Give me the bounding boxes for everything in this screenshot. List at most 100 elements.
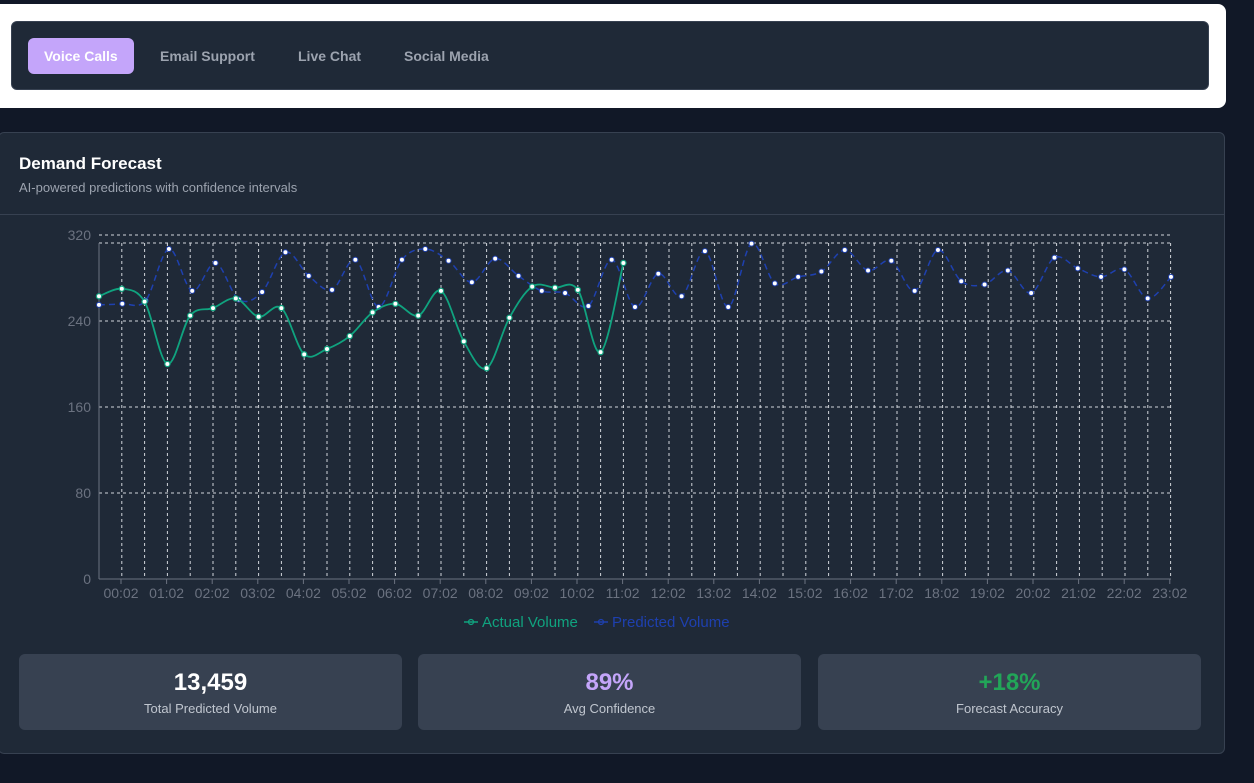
point-predicted[interactable] xyxy=(212,259,219,266)
point-predicted[interactable] xyxy=(96,301,102,308)
point-predicted[interactable] xyxy=(725,304,732,311)
stat-card-avg-confidence: 89% Avg Confidence xyxy=(418,654,801,730)
point-predicted[interactable] xyxy=(1051,254,1058,261)
point-predicted[interactable] xyxy=(562,290,569,297)
point-predicted[interactable] xyxy=(888,257,895,264)
point-predicted[interactable] xyxy=(771,280,778,287)
point-actual[interactable] xyxy=(415,312,422,319)
point-predicted[interactable] xyxy=(748,240,755,247)
point-predicted[interactable] xyxy=(189,287,196,294)
legend-item-predicted[interactable]: Predicted Volume xyxy=(594,614,730,631)
x-tick-label: 06:02 xyxy=(377,585,412,601)
x-tick-label: 13:02 xyxy=(696,585,731,601)
series-line-actual xyxy=(98,262,625,370)
point-actual[interactable] xyxy=(392,300,399,307)
point-actual[interactable] xyxy=(232,295,239,302)
stat-value-total-volume: 13,459 xyxy=(173,669,248,696)
point-predicted[interactable] xyxy=(934,247,941,254)
demand-forecast-chart: 0 80 160 240 320 00:02 01:02 02:02 03:02 04:02 05:… xyxy=(68,227,1188,631)
point-actual[interactable] xyxy=(346,332,353,340)
x-tick-label: 11:02 xyxy=(606,585,640,601)
y-tick-label: 80 xyxy=(75,485,91,501)
y-tick-label: 160 xyxy=(68,399,92,415)
point-actual[interactable] xyxy=(437,287,445,295)
point-predicted[interactable] xyxy=(1074,265,1081,272)
point-predicted[interactable] xyxy=(608,256,615,263)
stat-card-forecast-accuracy: +18% Forecast Accuracy xyxy=(818,654,1201,730)
point-actual[interactable] xyxy=(186,312,194,319)
x-tick-label: 10:02 xyxy=(559,585,594,601)
point-predicted[interactable] xyxy=(655,270,662,277)
point-predicted[interactable] xyxy=(795,273,802,280)
x-tick-label: 03:02 xyxy=(240,585,275,601)
point-predicted[interactable] xyxy=(1028,290,1035,297)
point-predicted[interactable] xyxy=(422,245,429,252)
point-actual[interactable] xyxy=(255,313,262,320)
point-predicted[interactable] xyxy=(305,272,312,279)
point-predicted[interactable] xyxy=(515,272,522,279)
point-predicted[interactable] xyxy=(282,249,289,256)
x-tick-label: 05:02 xyxy=(331,585,366,601)
point-actual[interactable] xyxy=(278,304,285,312)
x-tick-label: 04:02 xyxy=(286,585,321,601)
point-predicted[interactable] xyxy=(841,247,848,254)
point-predicted[interactable] xyxy=(1098,273,1105,280)
point-actual[interactable] xyxy=(574,286,582,294)
point-predicted[interactable] xyxy=(165,245,172,252)
point-predicted[interactable] xyxy=(911,287,918,294)
point-predicted[interactable] xyxy=(492,255,499,262)
point-actual[interactable] xyxy=(460,338,467,345)
x-tick-label: 18:02 xyxy=(924,585,959,601)
point-actual[interactable] xyxy=(620,259,627,267)
point-actual[interactable] xyxy=(209,304,217,312)
point-predicted[interactable] xyxy=(352,256,359,263)
point-actual[interactable] xyxy=(323,345,331,353)
point-predicted[interactable] xyxy=(1121,266,1128,273)
point-predicted[interactable] xyxy=(1004,267,1011,274)
legend-label-actual: Actual Volume xyxy=(482,614,578,631)
point-predicted[interactable] xyxy=(865,267,872,274)
y-tick-label: 320 xyxy=(68,227,92,243)
point-predicted[interactable] xyxy=(678,293,685,300)
point-actual[interactable] xyxy=(597,348,604,356)
point-actual[interactable] xyxy=(483,365,490,372)
legend-item-actual[interactable]: Actual Volume xyxy=(464,614,578,631)
point-predicted[interactable] xyxy=(701,248,708,255)
point-predicted[interactable] xyxy=(329,286,336,293)
x-tick-label: 19:02 xyxy=(970,585,1005,601)
point-predicted[interactable] xyxy=(119,300,126,307)
point-actual[interactable] xyxy=(529,283,536,290)
stat-label-total-volume: Total Predicted Volume xyxy=(144,701,277,716)
point-predicted[interactable] xyxy=(398,256,405,263)
point-predicted[interactable] xyxy=(958,278,965,285)
stat-card-total-volume: 13,459 Total Predicted Volume xyxy=(19,654,402,730)
point-actual[interactable] xyxy=(301,351,308,358)
point-actual[interactable] xyxy=(506,314,513,321)
point-predicted[interactable] xyxy=(1144,295,1151,302)
stat-value-forecast-accuracy: +18% xyxy=(978,669,1041,696)
point-predicted[interactable] xyxy=(1168,273,1174,280)
chart-legend[interactable]: Actual Volume Predicted Volume xyxy=(464,614,730,631)
point-predicted[interactable] xyxy=(818,268,825,275)
x-tick-label: 23:02 xyxy=(1152,585,1187,601)
stat-value-avg-confidence: 89% xyxy=(585,669,634,696)
point-actual[interactable] xyxy=(141,298,148,305)
point-predicted[interactable] xyxy=(632,304,638,311)
point-predicted[interactable] xyxy=(585,302,592,309)
point-predicted[interactable] xyxy=(981,281,988,288)
x-tick-label: 01:02 xyxy=(149,585,184,601)
point-actual[interactable] xyxy=(164,360,171,368)
x-tick-label: 17:02 xyxy=(879,585,914,601)
point-actual[interactable] xyxy=(95,293,103,300)
point-predicted[interactable] xyxy=(538,287,545,294)
point-predicted[interactable] xyxy=(259,288,266,295)
point-predicted[interactable] xyxy=(468,279,475,286)
point-predicted[interactable] xyxy=(445,257,452,264)
legend-label-predicted: Predicted Volume xyxy=(612,614,730,631)
chart-series xyxy=(95,240,1174,372)
stat-label-avg-confidence: Avg Confidence xyxy=(563,701,656,716)
point-actual[interactable] xyxy=(551,284,559,291)
x-tick-label: 15:02 xyxy=(787,585,822,601)
point-actual[interactable] xyxy=(118,285,126,292)
point-actual[interactable] xyxy=(369,309,376,316)
